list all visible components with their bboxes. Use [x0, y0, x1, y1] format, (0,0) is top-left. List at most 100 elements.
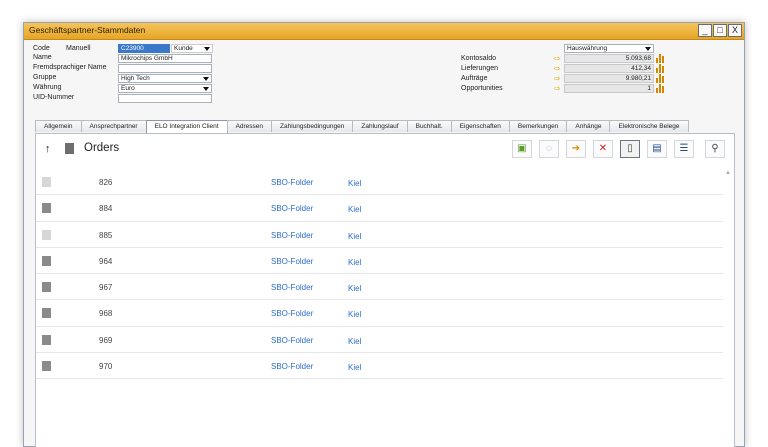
tab-allgemein[interactable]: Allgemein [35, 120, 82, 132]
elo-panel: ↑ Orders ▣ ◌ ➔ ✕ ▯ ▤ ☰ ⚲ 826 SBO-Folder Ki… [35, 133, 735, 447]
deliveries-link-arrow-icon[interactable]: ⇨ [554, 64, 561, 73]
scrollbar[interactable]: ▲ [723, 169, 734, 447]
tab-adressen[interactable]: Adressen [226, 120, 273, 132]
document-light-icon [42, 229, 51, 240]
opportunities-link-arrow-icon[interactable]: ⇨ [554, 84, 561, 93]
tab-bemerkungen[interactable]: Bemerkungen [508, 120, 568, 132]
deliveries-label: Lieferungen [461, 65, 498, 72]
panel-title: Orders [84, 142, 120, 154]
arrow-up-icon[interactable]: ↑ [45, 143, 51, 155]
document-icon [42, 361, 51, 372]
opportunities-label: Opportunities [461, 85, 503, 92]
folder-link[interactable]: SBO-Folder [271, 204, 313, 213]
location-link[interactable]: Kiel [348, 232, 361, 241]
balance-link-arrow-icon[interactable]: ⇨ [554, 54, 561, 63]
currency-view-select[interactable]: Hauswährung [564, 44, 654, 53]
search-icon[interactable]: ⚲ [705, 140, 725, 158]
name-input[interactable]: Mikrochips GmbH [118, 54, 212, 63]
list-item[interactable]: 968 SBO-Folder Kiel [36, 300, 723, 327]
folder-link[interactable]: SBO-Folder [271, 283, 313, 292]
name-label: Name [33, 54, 52, 61]
document-icon [42, 203, 51, 214]
tab-buchhaltung[interactable]: Buchhalt. [406, 120, 452, 132]
document-icon [42, 334, 51, 345]
deliveries-value: 412,34 [564, 64, 654, 73]
panel-toolbar: ↑ Orders ▣ ◌ ➔ ✕ ▯ ▤ ☰ ⚲ [36, 134, 734, 164]
location-link[interactable]: Kiel [348, 258, 361, 267]
view-icon[interactable]: ▤ [647, 140, 667, 158]
tab-strip: Allgemein Ansprechpartner ELO Integratio… [35, 120, 689, 133]
list-icon[interactable]: ☰ [674, 140, 694, 158]
document-icon [42, 255, 51, 266]
order-number: 969 [99, 335, 113, 345]
uid-input[interactable] [118, 94, 212, 103]
order-number: 885 [99, 230, 113, 240]
code-type-select[interactable]: Kunde [171, 44, 213, 53]
move-icon[interactable]: ➔ [566, 140, 586, 158]
tab-elo-integration-client[interactable]: ELO Integration Client [145, 120, 228, 133]
code-input[interactable]: C23900 [118, 44, 170, 53]
currency-select[interactable]: Euro [118, 84, 212, 93]
orders-link-arrow-icon[interactable]: ⇨ [554, 74, 561, 83]
order-number: 970 [99, 362, 113, 372]
foreign-name-input[interactable] [118, 64, 212, 73]
orders-chart-icon[interactable] [656, 74, 664, 83]
folder-link[interactable]: SBO-Folder [271, 336, 313, 345]
attach-icon[interactable]: ◌ [539, 140, 559, 158]
list-item[interactable]: 885 SBO-Folder Kiel [36, 222, 723, 248]
location-link[interactable]: Kiel [348, 205, 361, 214]
order-number: 884 [99, 204, 113, 214]
location-link[interactable]: Kiel [348, 179, 361, 188]
location-link[interactable]: Kiel [348, 310, 361, 319]
balance-chart-icon[interactable] [656, 54, 664, 63]
window-title: Geschäftspartner-Stammdaten [29, 25, 146, 35]
code-mode[interactable]: Manuell [66, 45, 91, 52]
deliveries-chart-icon[interactable] [656, 64, 664, 73]
list-item[interactable]: 970 SBO-Folder Kiel [36, 353, 723, 380]
order-number: 964 [99, 256, 113, 266]
folder-link[interactable]: SBO-Folder [271, 362, 313, 371]
orders-value: 9.980,21 [564, 74, 654, 83]
foreign-name-label: Fremdsprachiger Name [33, 64, 107, 71]
balance-value: 5.093,68 [564, 54, 654, 63]
scroll-up-icon[interactable]: ▲ [725, 170, 731, 176]
folder-link[interactable]: SBO-Folder [271, 231, 313, 240]
page-icon[interactable]: ▯ [620, 140, 640, 158]
maximize-button[interactable]: □ [713, 24, 727, 37]
tab-elektronische-belege[interactable]: Elektronische Belege [609, 120, 689, 132]
location-link[interactable]: Kiel [348, 337, 361, 346]
tab-ansprechpartner[interactable]: Ansprechpartner [80, 120, 147, 132]
group-label: Gruppe [33, 74, 57, 81]
document-icon [42, 308, 51, 319]
currency-label: Währung [33, 84, 62, 91]
group-select[interactable]: High Tech [118, 74, 212, 83]
location-link[interactable]: Kiel [348, 363, 361, 372]
minimize-button[interactable]: _ [698, 24, 712, 37]
close-button[interactable]: X [728, 24, 742, 37]
tab-anhaenge[interactable]: Anhänge [566, 120, 611, 132]
opportunities-chart-icon[interactable] [656, 84, 664, 93]
list-item[interactable]: 884 SBO-Folder Kiel [36, 195, 723, 222]
tab-zahlungsbedingungen[interactable]: Zahlungsbedingungen [271, 120, 354, 132]
opportunities-value: 1 [564, 84, 654, 93]
folder-link[interactable]: SBO-Folder [271, 309, 313, 318]
list-item[interactable]: 967 SBO-Folder Kiel [36, 274, 723, 301]
document-light-icon [42, 177, 51, 187]
tab-eigenschaften[interactable]: Eigenschaften [450, 120, 510, 132]
new-document-icon[interactable]: ▣ [512, 140, 532, 158]
list-item[interactable]: 969 SBO-Folder Kiel [36, 327, 723, 354]
title-bar[interactable]: Geschäftspartner-Stammdaten _ □ X [24, 23, 744, 40]
list-item[interactable]: 964 SBO-Folder Kiel [36, 248, 723, 275]
tab-zahlungslauf[interactable]: Zahlungslauf [352, 120, 408, 132]
list-item[interactable]: 826 SBO-Folder Kiel [36, 169, 723, 196]
business-partner-window: Geschäftspartner-Stammdaten _ □ X Code M… [23, 22, 745, 447]
balance-label: Kontosaldo [461, 55, 497, 62]
orders-list: 826 SBO-Folder Kiel 884 SBO-Folder Kiel 885 SBO… [36, 169, 723, 380]
order-number: 968 [99, 309, 113, 319]
folder-link[interactable]: SBO-Folder [271, 178, 313, 187]
delete-icon[interactable]: ✕ [593, 140, 613, 158]
orders-label: Aufträge [461, 75, 488, 82]
folder-document-icon [65, 143, 74, 154]
folder-link[interactable]: SBO-Folder [271, 257, 313, 266]
location-link[interactable]: Kiel [348, 284, 361, 293]
